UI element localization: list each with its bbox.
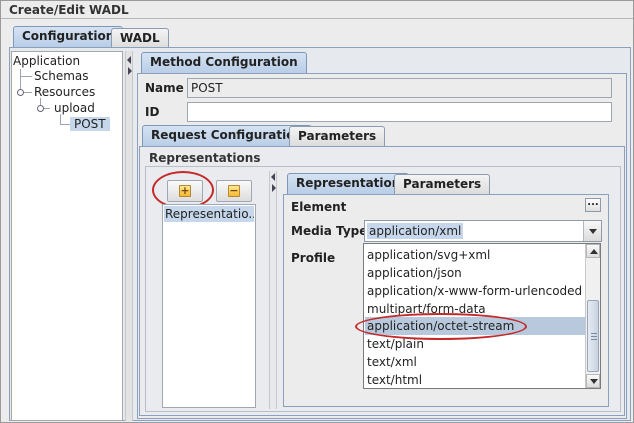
tree-connector	[60, 114, 61, 124]
scroll-down-button[interactable]	[586, 374, 600, 388]
tree-connector	[20, 69, 21, 89]
name-field[interactable]: POST	[187, 78, 612, 98]
representations-list[interactable]: Representatio...	[162, 204, 256, 408]
dropdown-option[interactable]: application/json	[365, 264, 598, 282]
id-field[interactable]	[187, 102, 612, 122]
tree-item-upload[interactable]: upload	[54, 101, 95, 115]
annotation-oval-octet-stream	[355, 313, 527, 340]
expand-right-arrow-icon[interactable]	[128, 67, 132, 75]
minus-icon: −	[228, 184, 240, 197]
chevron-down-icon	[590, 379, 598, 384]
collapse-left-arrow-icon[interactable]	[271, 173, 275, 181]
name-label: Name	[145, 81, 184, 95]
expand-right-arrow-icon[interactable]	[272, 184, 276, 192]
tree-connector	[20, 76, 32, 77]
representations-group-title: Representations	[149, 151, 261, 165]
resource-tree: Application Schemas Resources upload POS…	[11, 51, 123, 421]
tab-request-configuration[interactable]: Request Configuration	[142, 125, 312, 147]
scroll-thumb[interactable]	[587, 300, 599, 372]
tree-item-schemas[interactable]: Schemas	[34, 69, 89, 83]
collapse-left-arrow-icon[interactable]	[127, 56, 131, 64]
element-label: Element	[291, 200, 347, 214]
create-edit-wadl-window: Create/Edit WADL Configuration WADL Appl…	[0, 0, 634, 423]
window-title: Create/Edit WADL	[9, 3, 129, 17]
dropdown-option[interactable]: text/html	[365, 371, 598, 389]
title-divider	[1, 18, 633, 19]
tree-connector	[60, 124, 70, 125]
tree-item-resources[interactable]: Resources	[34, 85, 95, 99]
tree-expand-handle[interactable]	[17, 89, 24, 96]
splitter-handle[interactable]	[125, 51, 133, 421]
dropdown-option[interactable]: application/svg+xml	[365, 246, 598, 264]
tab-wadl[interactable]: WADL	[111, 28, 169, 48]
grip-line	[591, 333, 597, 334]
list-item[interactable]: Representatio...	[164, 206, 254, 222]
media-type-value: application/xml	[367, 223, 464, 239]
tab-request-parameters[interactable]: Parameters	[289, 126, 386, 146]
profile-label: Profile	[291, 251, 336, 265]
tab-method-configuration[interactable]: Method Configuration	[141, 52, 307, 74]
tree-item-application[interactable]: Application	[13, 54, 80, 68]
dropdown-option[interactable]: text/xml	[365, 353, 598, 371]
tree-item-post[interactable]: POST	[70, 117, 110, 131]
id-label: ID	[145, 105, 160, 119]
tab-representation[interactable]: Representation	[287, 173, 410, 195]
media-type-label: Media Type	[291, 224, 368, 238]
tab-representation-parameters[interactable]: Parameters	[394, 174, 491, 194]
chevron-down-icon	[589, 229, 597, 234]
scroll-up-button[interactable]	[586, 244, 600, 258]
dropdown-option[interactable]: application/x-www-form-urlencoded	[365, 282, 598, 300]
grip-line	[591, 339, 597, 340]
remove-representation-button[interactable]: −	[216, 180, 252, 202]
dropdown-scrollbar[interactable]	[585, 244, 600, 388]
tab-configuration[interactable]: Configuration	[13, 26, 124, 48]
element-browse-button[interactable]: ...	[585, 198, 601, 212]
grip-line	[591, 336, 597, 337]
media-type-combo[interactable]: application/xml	[364, 220, 602, 242]
tree-expand-handle[interactable]	[37, 105, 44, 112]
inner-splitter-handle[interactable]	[269, 171, 277, 409]
combo-dropdown-button[interactable]	[583, 221, 601, 241]
chevron-up-icon	[590, 249, 598, 254]
